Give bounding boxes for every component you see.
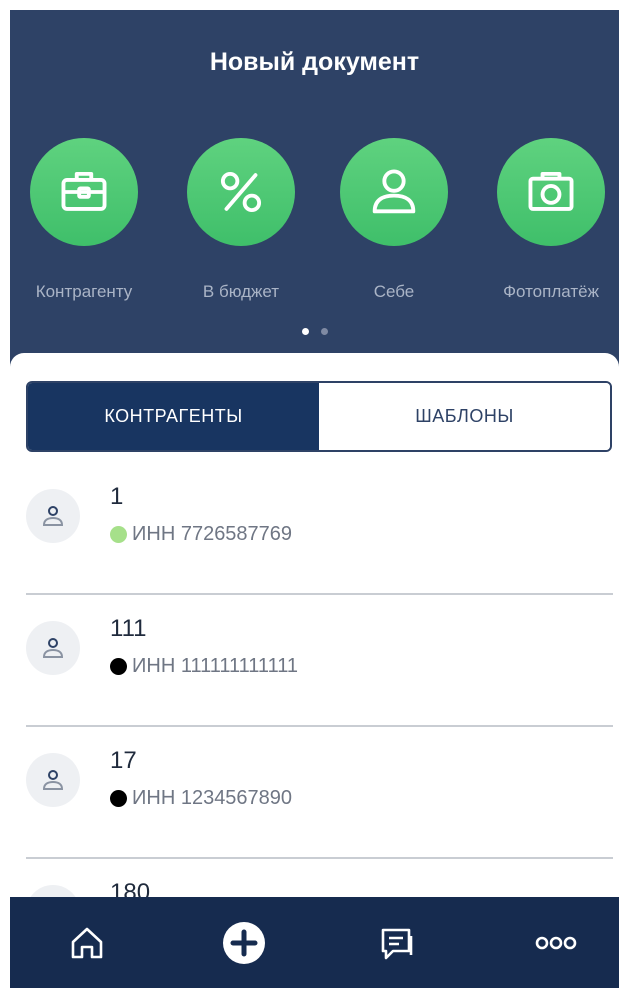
counterparty-inn: ИНН 1234567890 — [110, 787, 292, 810]
counterparty-row[interactable]: 17 ИНН 1234567890 — [26, 727, 613, 859]
action-to-self[interactable]: Себе — [319, 130, 469, 301]
pager-dot — [320, 328, 328, 335]
content-sheet: КОНТРАГЕНТЫ ШАБЛОНЫ 1 ИНН 7726587769 111… — [10, 353, 619, 939]
action-circle[interactable] — [187, 138, 295, 246]
action-label: Фотоплатёж — [503, 282, 599, 301]
counterparty-inn: ИНН 111111111111 — [110, 655, 298, 678]
status-dot — [110, 526, 127, 543]
counterparty-name: 111 — [110, 615, 147, 642]
action-to-budget[interactable]: В бюджет — [166, 130, 316, 301]
tab-templates[interactable]: ШАБЛОНЫ — [319, 383, 610, 450]
inn-text: ИНН 111111111111 — [132, 655, 298, 677]
more-icon — [535, 936, 577, 950]
counterparty-row[interactable]: 1 ИНН 7726587769 — [26, 463, 613, 595]
pager-dot-active — [301, 328, 309, 335]
status-dot — [110, 790, 127, 807]
counterparty-inn: ИНН 7726587769 — [110, 523, 292, 546]
app-screen: Новый документ Контрагенту В бюджет Себе… — [10, 10, 619, 988]
action-circle[interactable] — [497, 138, 605, 246]
inn-text: ИНН 1234567890 — [132, 787, 293, 809]
home-icon — [71, 927, 103, 959]
new-document-header: Новый документ Контрагенту В бюджет Себе… — [10, 10, 619, 370]
nav-more[interactable] — [521, 919, 591, 967]
person-icon — [42, 638, 64, 658]
person-icon — [372, 169, 416, 214]
counterparty-name: 1 — [110, 483, 124, 510]
segmented-control: КОНТРАГЕНТЫ ШАБЛОНЫ — [26, 381, 612, 452]
avatar — [26, 621, 80, 675]
status-dot — [110, 658, 127, 675]
nav-home[interactable] — [52, 919, 122, 967]
avatar — [26, 489, 80, 543]
percent-icon — [220, 171, 262, 213]
counterparty-row[interactable]: 111 ИНН 111111111111 — [26, 595, 613, 727]
bottom-nav — [10, 897, 619, 988]
plus-icon — [223, 922, 265, 964]
chat-icon — [381, 928, 413, 960]
inn-text: ИНН 7726587769 — [132, 523, 293, 545]
person-icon — [42, 770, 64, 790]
nav-new-document[interactable] — [209, 919, 279, 967]
pager-dots — [10, 322, 619, 340]
nav-messages[interactable] — [363, 919, 433, 967]
action-photo-payment[interactable]: Фотоплатёж — [476, 130, 619, 301]
counterparty-name: 17 — [110, 747, 137, 774]
action-circle[interactable] — [340, 138, 448, 246]
action-circle[interactable] — [30, 138, 138, 246]
tab-counterparties[interactable]: КОНТРАГЕНТЫ — [28, 383, 319, 450]
avatar — [26, 753, 80, 807]
action-to-counterparty[interactable]: Контрагенту — [10, 130, 159, 301]
camera-icon — [528, 171, 574, 211]
briefcase-icon — [61, 171, 107, 211]
page-title: Новый документ — [209, 48, 420, 76]
person-icon — [42, 506, 64, 526]
